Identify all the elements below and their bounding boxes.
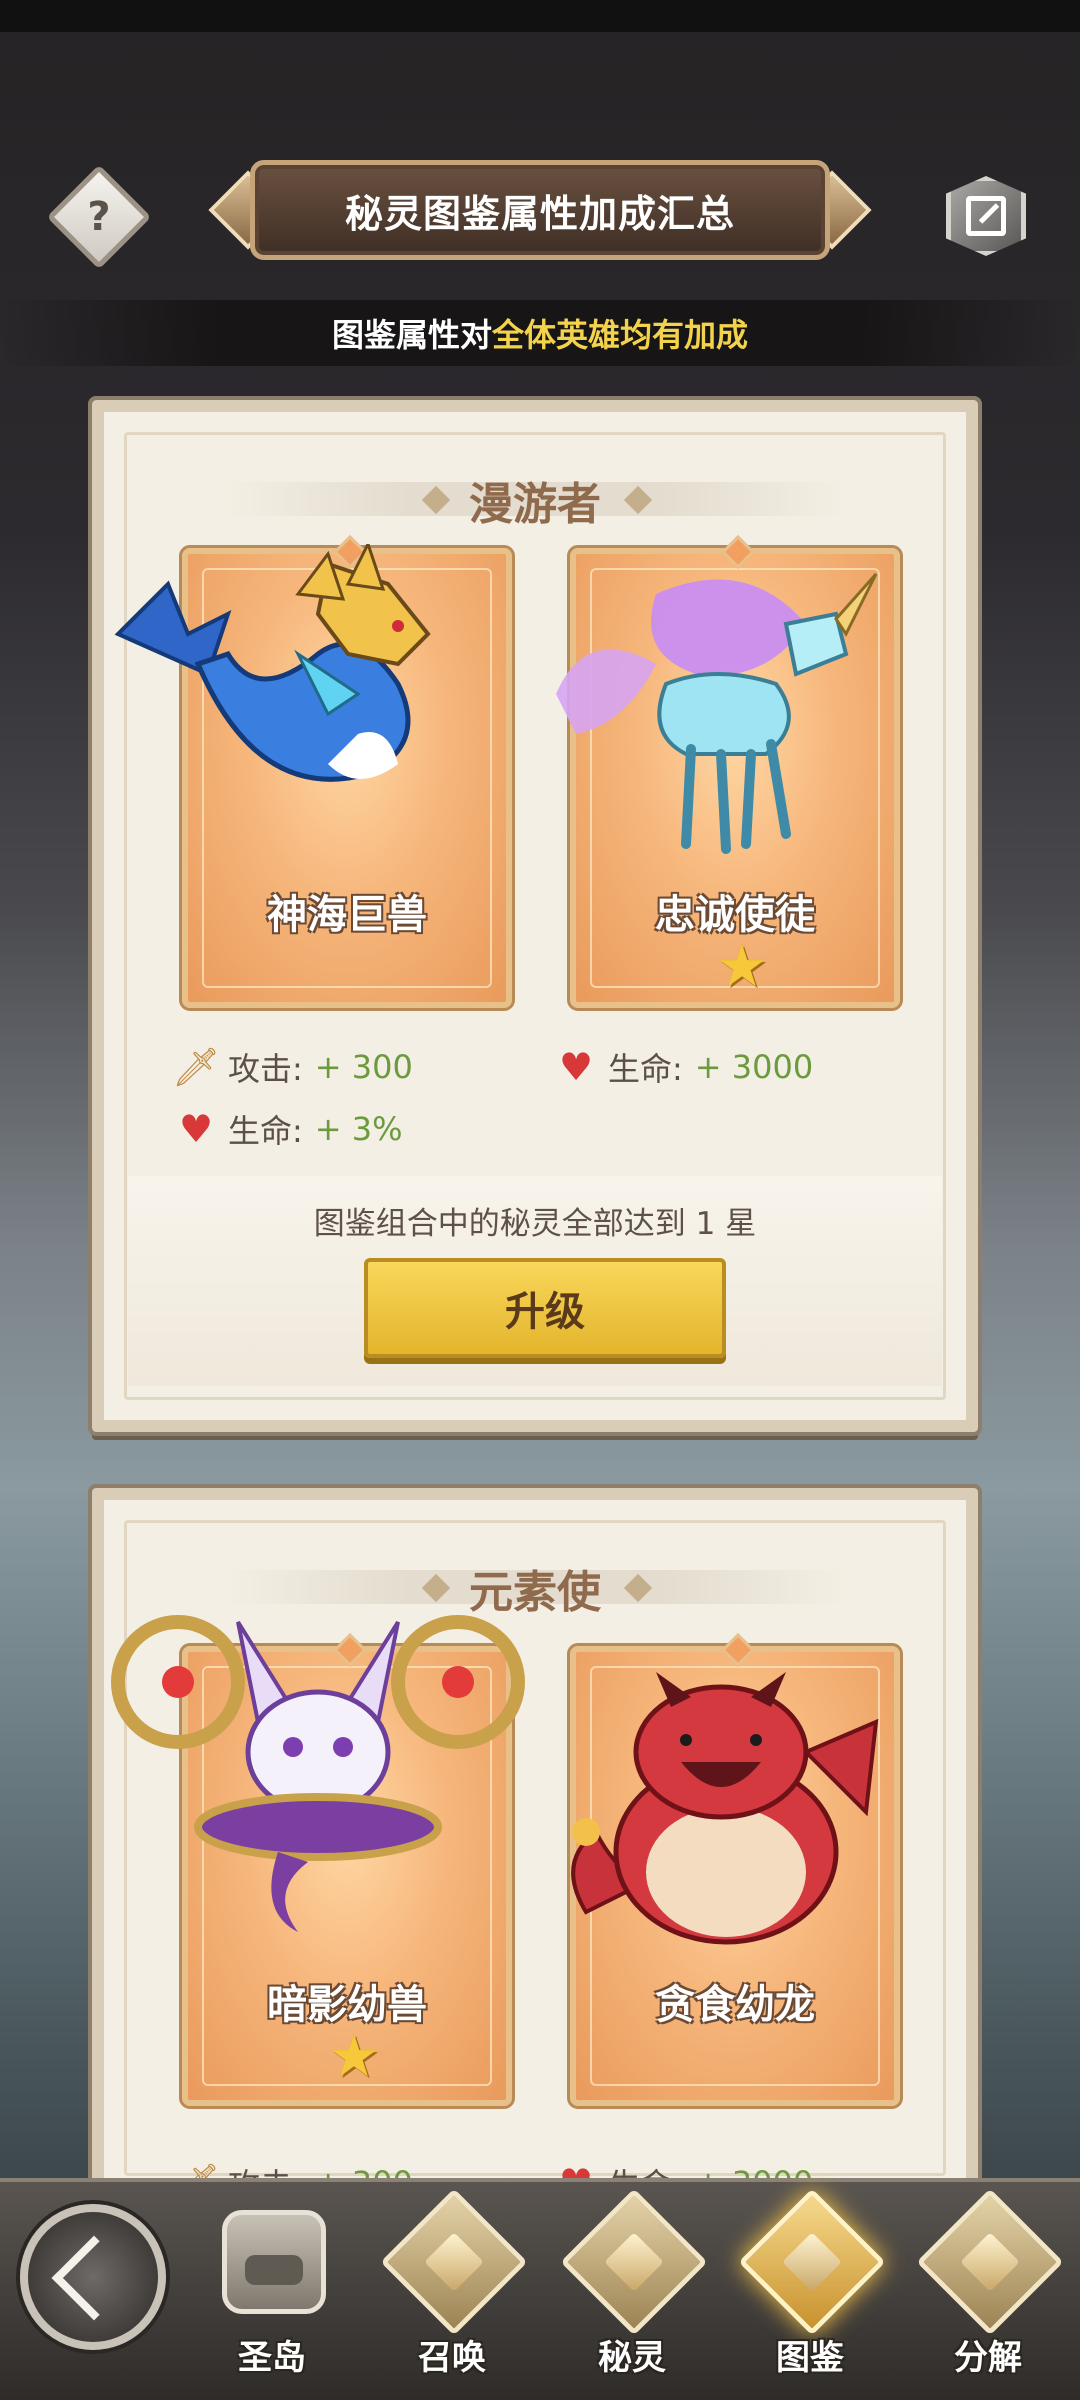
- subtitle-highlight: 全体英雄均有加成: [492, 316, 749, 354]
- stat-attack: 🗡 攻击:+ 300: [171, 1044, 413, 1089]
- back-button[interactable]: [20, 2204, 166, 2350]
- codex-icon: [738, 2188, 886, 2336]
- upgrade-button[interactable]: 升级: [364, 1258, 726, 1358]
- red-dragon-icon: [571, 1672, 879, 1945]
- nav-item-summon[interactable]: 召唤: [372, 2188, 532, 2392]
- collection-card-wanderer: 漫游者 神海巨兽 忠诚使徒 ★ 🗡 攻击: + 300 ♥ 生命: + 3000…: [88, 396, 982, 1436]
- nav-item-codex[interactable]: 图鉴: [730, 2188, 890, 2392]
- bottom-nav: 圣岛 召唤 秘灵 图鉴 分解: [0, 2178, 1080, 2400]
- island-icon: [222, 2210, 326, 2314]
- star-icon: ★: [716, 932, 768, 1000]
- decompose-icon: [916, 2188, 1064, 2336]
- subtitle-banner: 图鉴属性对 全体英雄均有加成: [0, 300, 1080, 366]
- subtitle-prefix: 图鉴属性对: [331, 316, 492, 354]
- violet-unicorn-icon: [556, 573, 878, 854]
- upgrade-requirement: 图鉴组合中的秘灵全部达到 1 星: [313, 1206, 757, 1242]
- stat-health: ♥ 生命:+ 3000: [554, 1044, 813, 1090]
- stat-health-percent: ♥ 生命: + 3%: [174, 1106, 403, 1152]
- exit-button[interactable]: [946, 176, 1026, 256]
- card-title: 漫游者: [469, 479, 601, 530]
- blue-sea-dragon-icon: [114, 544, 431, 782]
- spirit-slot[interactable]: 暗影幼兽 ★: [111, 1615, 525, 2109]
- help-button[interactable]: ?: [46, 164, 152, 270]
- status-bar: [0, 0, 1080, 32]
- page-title: 秘灵图鉴属性加成汇总: [344, 191, 735, 236]
- nav-item-decompose[interactable]: 分解: [908, 2188, 1068, 2392]
- nav-item-island[interactable]: 圣岛: [192, 2202, 352, 2392]
- spirit-slot[interactable]: 神海巨兽: [114, 535, 515, 1011]
- star-icon: ★: [328, 2022, 380, 2090]
- collection-card-elementalist: 元素使 暗影幼兽 ★ 贪食幼龙: [88, 1484, 982, 2212]
- spirit-slot[interactable]: 忠诚使徒 ★: [556, 535, 903, 1011]
- title-plate: 秘灵图鉴属性加成汇总: [208, 160, 872, 260]
- spirit-icon: [560, 2188, 708, 2336]
- exit-icon: [966, 196, 1006, 236]
- question-mark-icon: ?: [87, 194, 111, 240]
- summon-icon: [380, 2188, 528, 2336]
- heart-icon: ♥: [558, 1045, 594, 1089]
- spirit-name: 贪食幼龙: [655, 1982, 815, 2028]
- heart-icon: ♥: [178, 1107, 214, 1151]
- sword-icon: 🗡: [171, 1044, 221, 1089]
- spirit-name: 神海巨兽: [267, 892, 427, 938]
- back-arrow-icon: [51, 2235, 137, 2321]
- shadow-rabbit-icon: [111, 1615, 525, 1932]
- spirit-slot[interactable]: 贪食幼龙: [567, 1633, 903, 2109]
- nav-item-spirit[interactable]: 秘灵: [552, 2188, 712, 2392]
